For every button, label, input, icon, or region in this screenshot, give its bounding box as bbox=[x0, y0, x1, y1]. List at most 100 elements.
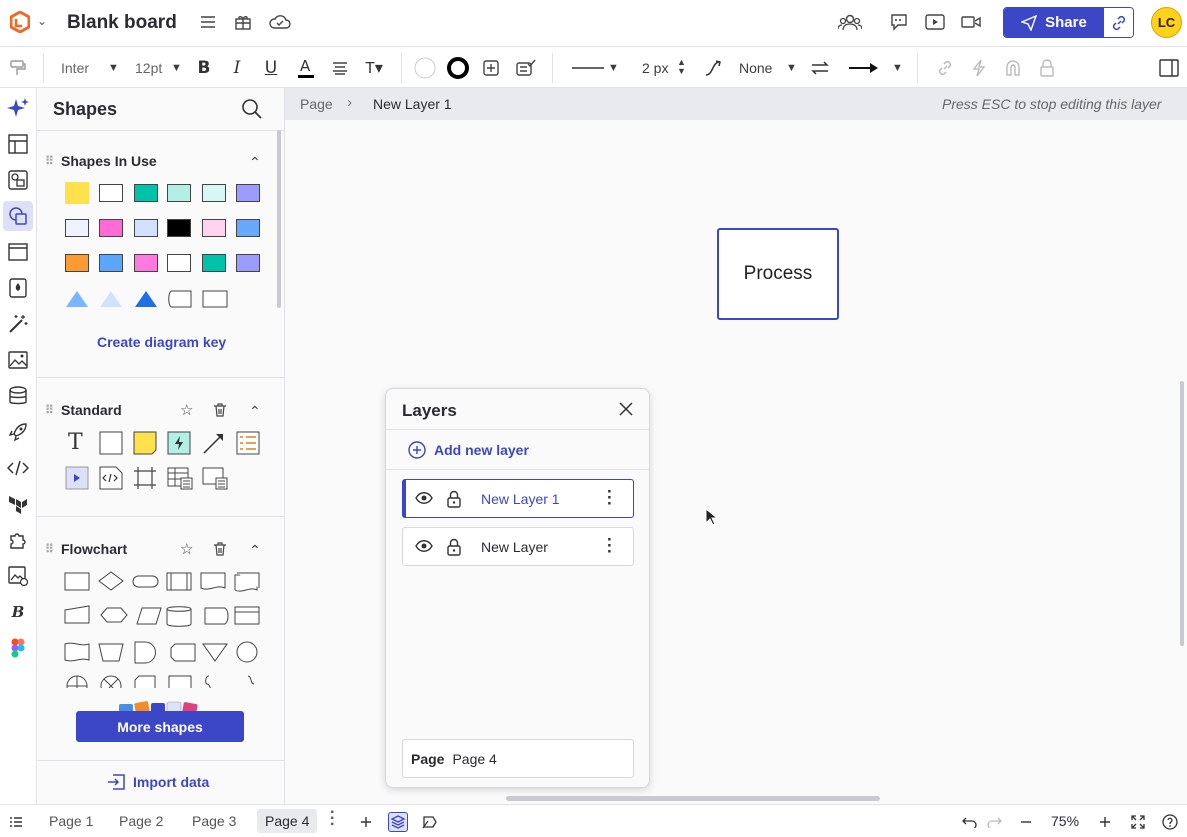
shape-swatch[interactable] bbox=[167, 219, 191, 237]
swap-arrows-icon[interactable] bbox=[808, 56, 832, 80]
trash-icon[interactable] bbox=[213, 403, 227, 417]
import-data-link[interactable]: Import data bbox=[107, 774, 209, 790]
close-icon[interactable] bbox=[618, 401, 634, 417]
more-options-icon[interactable]: · · · bbox=[607, 483, 613, 512]
text-color-icon[interactable]: A bbox=[294, 56, 318, 80]
flowchart-shapes-grid[interactable] bbox=[63, 568, 273, 688]
arrow-end-icon[interactable] bbox=[848, 56, 880, 80]
share-button[interactable]: Share bbox=[1004, 8, 1104, 37]
image-icon[interactable] bbox=[6, 348, 30, 372]
shape-swatch[interactable] bbox=[202, 254, 226, 272]
shape-swatch[interactable] bbox=[167, 184, 191, 202]
database-icon[interactable] bbox=[6, 384, 30, 408]
shape-swatch[interactable] bbox=[134, 184, 158, 202]
comment-icon[interactable] bbox=[887, 10, 911, 34]
shape-swatch[interactable] bbox=[99, 254, 123, 272]
chevron-down-icon[interactable]: ⌄ bbox=[37, 14, 47, 28]
link-icon[interactable] bbox=[933, 56, 957, 80]
zoom-out-icon[interactable] bbox=[1016, 812, 1036, 832]
page-list-icon[interactable] bbox=[6, 812, 26, 832]
shape-swatch[interactable] bbox=[202, 219, 226, 237]
terraform-icon[interactable] bbox=[6, 492, 30, 516]
triangle-shape[interactable] bbox=[99, 290, 123, 308]
layer-row-new-layer-1[interactable]: New Layer 1 · · · bbox=[402, 479, 634, 518]
page-tab-3[interactable]: Page 3 bbox=[192, 813, 236, 829]
shape-swatch[interactable] bbox=[99, 219, 123, 237]
format-painter-icon[interactable] bbox=[6, 56, 30, 80]
integrations-puzzle-icon[interactable] bbox=[6, 528, 30, 552]
font-size-select[interactable]: 12pt bbox=[135, 60, 162, 76]
panel-toggle-icon[interactable] bbox=[1157, 56, 1181, 80]
code-icon[interactable] bbox=[6, 456, 30, 480]
arrow-line-shape[interactable] bbox=[202, 431, 226, 455]
chevron-down-icon[interactable]: ▼ bbox=[892, 62, 903, 74]
arrow-start-select[interactable]: None bbox=[739, 60, 772, 76]
magic-wand-icon[interactable] bbox=[6, 312, 30, 336]
zoom-in-icon[interactable] bbox=[1095, 812, 1115, 832]
shape-swatch[interactable] bbox=[236, 184, 260, 202]
rectangle-shape[interactable] bbox=[99, 431, 123, 455]
fit-screen-icon[interactable] bbox=[1128, 812, 1148, 832]
ai-sparkle-icon[interactable] bbox=[6, 96, 30, 120]
italic-icon[interactable]: I bbox=[225, 56, 249, 80]
shape-swatch[interactable] bbox=[236, 219, 260, 237]
text-options-icon[interactable]: T▾ bbox=[362, 56, 386, 80]
copy-link-button[interactable] bbox=[1104, 8, 1133, 37]
add-new-layer-button[interactable]: Add new layer bbox=[408, 441, 529, 459]
more-options-icon[interactable]: · · · bbox=[607, 531, 613, 560]
list-shape[interactable] bbox=[236, 431, 260, 455]
add-page-icon[interactable] bbox=[356, 812, 376, 832]
line-color-icon[interactable] bbox=[446, 56, 470, 80]
lucid-logo-icon[interactable] bbox=[10, 11, 30, 33]
shape-swatch[interactable] bbox=[167, 254, 191, 272]
shape-swatch[interactable] bbox=[134, 219, 158, 237]
chevron-down-icon[interactable]: ▼ bbox=[786, 62, 797, 74]
undo-icon[interactable] bbox=[960, 812, 980, 832]
drag-handle-icon[interactable]: ⠿ bbox=[45, 154, 61, 168]
redo-icon[interactable] bbox=[984, 812, 1004, 832]
shape-options-icon[interactable] bbox=[479, 56, 503, 80]
shape-swatch[interactable] bbox=[236, 254, 260, 272]
eye-icon[interactable] bbox=[415, 491, 433, 505]
user-avatar[interactable]: LC bbox=[1151, 7, 1182, 38]
bold-brand-icon[interactable]: B bbox=[6, 600, 30, 624]
rectangle-shape[interactable] bbox=[202, 289, 228, 309]
underline-icon[interactable]: U bbox=[259, 56, 283, 80]
chevron-up-icon[interactable]: ⌃ bbox=[249, 542, 261, 559]
trash-icon[interactable] bbox=[213, 542, 227, 556]
layers-icon[interactable] bbox=[388, 812, 408, 832]
shape-swatch[interactable] bbox=[65, 182, 89, 204]
gift-icon[interactable] bbox=[231, 10, 255, 34]
action-shape[interactable] bbox=[167, 431, 191, 455]
embed-code-shape[interactable] bbox=[99, 466, 123, 490]
shape-swatch[interactable] bbox=[99, 184, 123, 202]
align-icon[interactable] bbox=[328, 56, 352, 80]
table-shape[interactable] bbox=[167, 466, 193, 490]
triangle-shape[interactable] bbox=[134, 290, 158, 308]
triangle-shape[interactable] bbox=[65, 290, 89, 308]
drag-handle-icon[interactable]: ⠿ bbox=[45, 403, 61, 417]
frame-shape[interactable] bbox=[133, 466, 157, 490]
process-shape[interactable]: Process bbox=[717, 228, 839, 320]
data-card-shape[interactable] bbox=[202, 466, 228, 490]
templates-icon[interactable] bbox=[6, 132, 30, 156]
flowchart-header[interactable]: ⠿ Flowchart bbox=[45, 541, 127, 557]
page-settings-icon[interactable] bbox=[420, 812, 440, 832]
video-icon[interactable] bbox=[959, 10, 983, 34]
page-options-icon[interactable]: · · · bbox=[330, 805, 335, 833]
layer-row-new-layer[interactable]: New Layer · · · bbox=[402, 527, 634, 566]
text-shape-icon[interactable]: T bbox=[68, 430, 83, 455]
star-icon[interactable]: ☆ bbox=[180, 401, 193, 419]
manual-input-shape[interactable] bbox=[167, 289, 193, 309]
help-icon[interactable] bbox=[1160, 812, 1180, 832]
shape-swatch[interactable] bbox=[65, 254, 89, 272]
breadcrumb-page[interactable]: Page bbox=[300, 96, 333, 112]
standard-header[interactable]: ⠿ Standard bbox=[45, 402, 122, 418]
document-title[interactable]: Blank board bbox=[67, 12, 177, 34]
vertical-scrollbar[interactable] bbox=[1180, 381, 1184, 646]
menu-icon[interactable] bbox=[196, 10, 220, 34]
magnet-icon[interactable] bbox=[1001, 56, 1025, 80]
line-style-icon[interactable] bbox=[571, 56, 605, 80]
lock-icon[interactable] bbox=[1035, 56, 1059, 80]
bold-icon[interactable]: B bbox=[192, 56, 216, 80]
